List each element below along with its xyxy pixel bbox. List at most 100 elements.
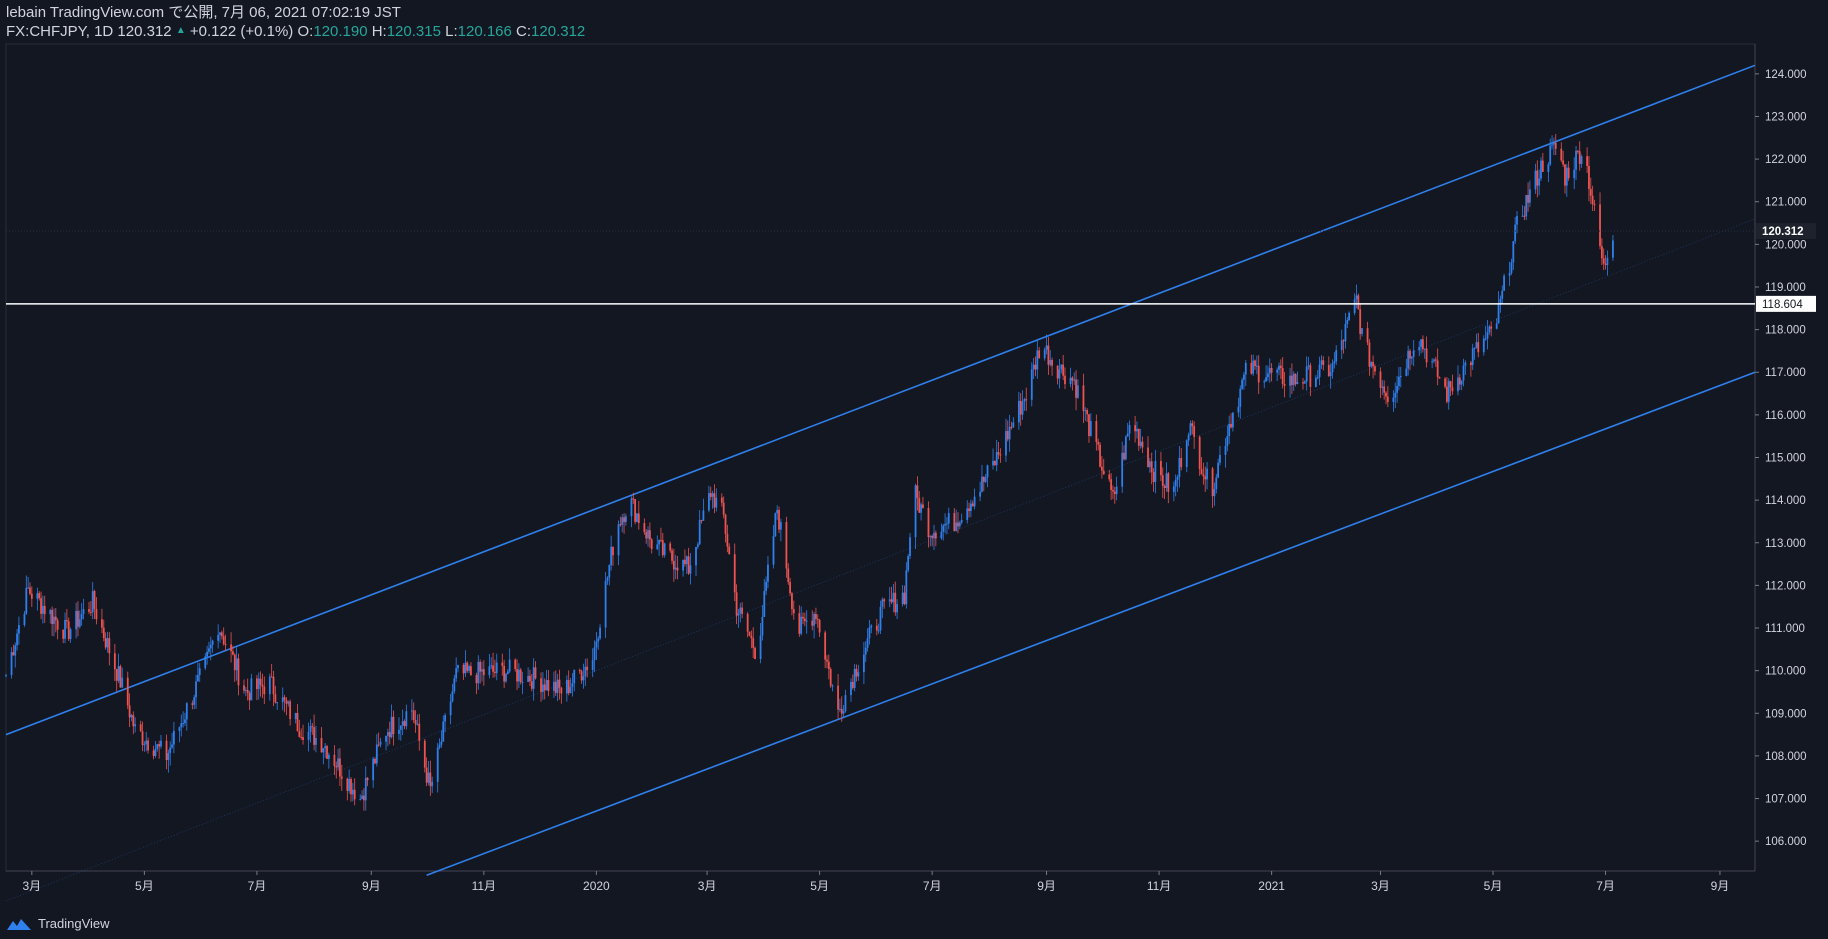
candle-body xyxy=(101,619,103,628)
candle-body xyxy=(387,732,389,736)
candle-body xyxy=(1329,372,1332,377)
candle-body xyxy=(134,724,137,727)
candle-body xyxy=(309,726,312,732)
candle-body xyxy=(532,667,535,689)
candle-body xyxy=(494,671,496,674)
candle-body xyxy=(584,666,587,677)
channel-upper-line[interactable] xyxy=(5,64,1756,736)
candle-body xyxy=(56,620,59,630)
candle-body xyxy=(527,675,530,682)
candle-body xyxy=(643,523,646,533)
candle-body xyxy=(65,619,68,622)
candle-body xyxy=(1097,441,1100,445)
candle-body xyxy=(682,559,684,571)
channel-lower-line[interactable] xyxy=(426,371,1756,877)
candle-body xyxy=(1082,385,1085,411)
x-tick-label: 7月 xyxy=(248,879,267,893)
candle-body xyxy=(534,667,537,679)
candle-body xyxy=(185,703,188,720)
candle-body xyxy=(918,497,921,513)
candle-body xyxy=(800,616,803,634)
candle-body xyxy=(929,535,932,538)
candle-body xyxy=(1198,436,1201,470)
chart-area[interactable]: 124.000 123.000 122.000 121.000 120.000 119.0… xyxy=(0,0,1828,939)
candle-body xyxy=(256,678,258,690)
candle-body xyxy=(953,513,956,532)
candle-body xyxy=(1407,350,1410,369)
candle-body xyxy=(1174,479,1177,487)
candle-body xyxy=(741,607,744,614)
candle-body xyxy=(1353,299,1356,313)
candle-body xyxy=(156,744,159,749)
candle-body xyxy=(517,669,520,682)
candle-body xyxy=(40,598,42,614)
candle-body xyxy=(296,712,299,732)
candle-body xyxy=(752,638,755,648)
candle-body xyxy=(612,546,614,556)
candle-body xyxy=(62,629,65,639)
candle-body xyxy=(195,681,197,698)
candle-body xyxy=(1473,348,1476,350)
candle-body xyxy=(604,581,607,628)
price-chart[interactable]: 124.000 123.000 122.000 121.000 120.000 119.0… xyxy=(0,0,1828,939)
candle-body xyxy=(1508,273,1511,276)
candle-body xyxy=(147,740,149,751)
candle-body xyxy=(285,700,288,704)
candle-body xyxy=(16,633,18,646)
candle-body xyxy=(119,666,122,688)
candle-body xyxy=(224,644,227,646)
candle-body xyxy=(946,523,948,525)
candle-body xyxy=(335,766,338,768)
candle-body xyxy=(1049,360,1052,365)
candle-body xyxy=(1514,224,1517,242)
candle-body xyxy=(388,732,391,738)
candle-body xyxy=(540,678,542,692)
candle-body xyxy=(425,767,428,783)
candle-body xyxy=(1123,452,1125,460)
x-tick-label: 9月 xyxy=(1711,879,1730,893)
candle-body xyxy=(663,543,666,556)
candle-body xyxy=(1534,170,1537,190)
y-tick-label: 118.000 xyxy=(1765,325,1806,337)
candle-body xyxy=(1161,475,1164,486)
channel-mid-line[interactable] xyxy=(5,218,1756,902)
candle-body xyxy=(970,503,972,512)
candle-body xyxy=(724,514,727,534)
candle-body xyxy=(1425,348,1428,363)
candle-body xyxy=(488,666,491,676)
candle-body xyxy=(1458,377,1461,385)
candle-body xyxy=(1178,458,1181,477)
candle-body xyxy=(346,778,349,791)
candle-body xyxy=(916,485,919,498)
candle-body xyxy=(23,613,26,626)
candle-body xyxy=(1071,377,1074,381)
candle-body xyxy=(359,799,362,801)
candle-body xyxy=(423,740,426,768)
candle-body xyxy=(669,543,672,551)
candle-body xyxy=(1115,486,1118,495)
candle-body xyxy=(610,546,613,566)
x-tick-label: 11月 xyxy=(472,879,496,893)
candle-body xyxy=(695,546,697,566)
candle-body xyxy=(219,632,221,635)
candle-body xyxy=(1541,160,1544,172)
candle-body xyxy=(1231,412,1234,428)
candle-body xyxy=(650,539,653,550)
candle-body xyxy=(1510,262,1513,274)
candle-body xyxy=(689,565,692,574)
candle-body xyxy=(827,661,830,670)
candle-body xyxy=(1185,440,1188,468)
candle-body xyxy=(1576,150,1579,152)
last-price-label: 120.312 xyxy=(1762,226,1804,238)
candle-body xyxy=(571,683,574,688)
footer-brand[interactable]: TradingView xyxy=(6,916,110,931)
x-tick-label: 2020 xyxy=(583,879,610,893)
candle-body xyxy=(1038,350,1041,359)
candle-body xyxy=(671,550,673,561)
candle-body xyxy=(1137,428,1140,446)
candle-body xyxy=(1340,340,1343,351)
candle-body xyxy=(1180,458,1183,468)
candle-body xyxy=(907,556,910,571)
candle-body xyxy=(1294,373,1297,384)
candle-body xyxy=(1292,373,1295,386)
